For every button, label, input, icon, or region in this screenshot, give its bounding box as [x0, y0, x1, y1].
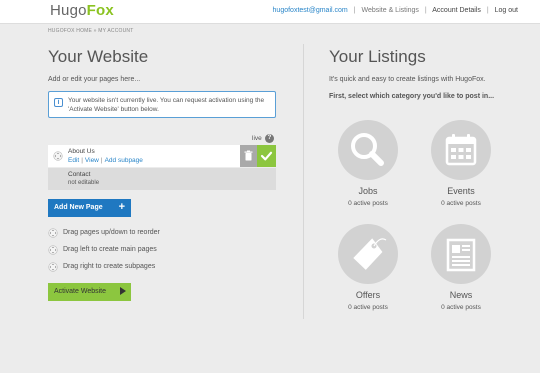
- edit-page-link[interactable]: Edit: [68, 157, 79, 164]
- listing-name: Events: [447, 186, 475, 196]
- page-row-contact[interactable]: Contact not editable: [48, 168, 276, 190]
- drag-arrows-icon: [48, 245, 58, 255]
- drag-arrows-icon: [48, 228, 58, 238]
- add-new-page-label: Add New Page: [54, 204, 103, 211]
- breadcrumb: HUGOFOX HOME » MY ACCOUNT: [48, 28, 134, 34]
- news-circle[interactable]: [431, 224, 491, 284]
- account-email-link[interactable]: hugofoxtest@gmail.com: [273, 7, 348, 14]
- calendar-icon: [445, 134, 477, 166]
- website-subtitle: Add or edit your pages here...: [48, 76, 141, 83]
- nav-website-listings[interactable]: Website & Listings: [361, 7, 418, 14]
- listing-count: 0 active posts: [348, 200, 388, 207]
- hugofox-logo[interactable]: HugoFox: [50, 2, 114, 19]
- listing-name: Jobs: [358, 186, 378, 196]
- page-title: About Us: [68, 148, 95, 155]
- drag-arrows-icon: [48, 262, 58, 272]
- checkmark-icon: [260, 151, 273, 161]
- delete-page-button[interactable]: [240, 145, 257, 167]
- activate-website-label: Activate Website: [54, 288, 107, 295]
- listings-subtitle: It's quick and easy to create listings w…: [329, 76, 486, 83]
- listing-count: 0 active posts: [441, 200, 481, 207]
- offers-circle[interactable]: [338, 224, 398, 284]
- top-nav: hugofoxtest@gmail.com | Website & Listin…: [272, 7, 518, 14]
- page-row-about-us[interactable]: About Us Edit | View | Add subpage: [48, 145, 276, 167]
- drag-handle-icon[interactable]: [53, 151, 63, 161]
- listing-count: 0 active posts: [348, 304, 388, 311]
- page-title: Contact: [68, 171, 91, 178]
- logo-text-hugo: Hugo: [50, 2, 87, 19]
- jobs-circle[interactable]: [338, 120, 398, 180]
- breadcrumb-separator: »: [93, 28, 97, 34]
- website-title: Your Website: [48, 47, 149, 66]
- nav-logout[interactable]: Log out: [495, 7, 518, 14]
- add-subpage-link[interactable]: Add subpage: [105, 157, 143, 164]
- activate-website-button[interactable]: Activate Website: [48, 283, 131, 301]
- trash-icon: [244, 150, 253, 161]
- info-icon: i: [54, 98, 63, 107]
- nav-account-details[interactable]: Account Details: [432, 7, 481, 14]
- events-circle[interactable]: [431, 120, 491, 180]
- add-new-page-button[interactable]: Add New Page +: [48, 199, 131, 217]
- live-column-label: live: [252, 135, 262, 142]
- plus-icon: +: [118, 201, 125, 213]
- tag-icon: [353, 238, 387, 270]
- activation-info-box: i Your website isn't currently live. You…: [48, 91, 276, 118]
- page-note: not editable: [68, 180, 100, 186]
- activation-info-text: Your website isn't currently live. You c…: [68, 97, 265, 113]
- help-icon[interactable]: ?: [265, 134, 274, 143]
- column-divider: [303, 44, 304, 319]
- page-actions: Edit | View | Add subpage: [68, 157, 143, 164]
- live-toggle-button[interactable]: [257, 145, 276, 167]
- breadcrumb-current: MY ACCOUNT: [98, 28, 134, 34]
- top-bar: HugoFox hugofoxtest@gmail.com | Website …: [0, 0, 540, 24]
- play-arrow-icon: [120, 287, 126, 295]
- view-page-link[interactable]: View: [85, 157, 99, 164]
- logo-text-fox: Fox: [86, 2, 114, 19]
- listings-title: Your Listings: [329, 47, 426, 66]
- listing-name: Offers: [355, 290, 381, 300]
- listing-name: News: [449, 290, 473, 300]
- magnifier-icon: [351, 133, 384, 166]
- newspaper-icon: [446, 238, 476, 272]
- breadcrumb-home[interactable]: HUGOFOX HOME: [48, 28, 92, 34]
- listing-count: 0 active posts: [441, 304, 481, 311]
- listings-instruction: First, select which category you'd like …: [329, 93, 495, 100]
